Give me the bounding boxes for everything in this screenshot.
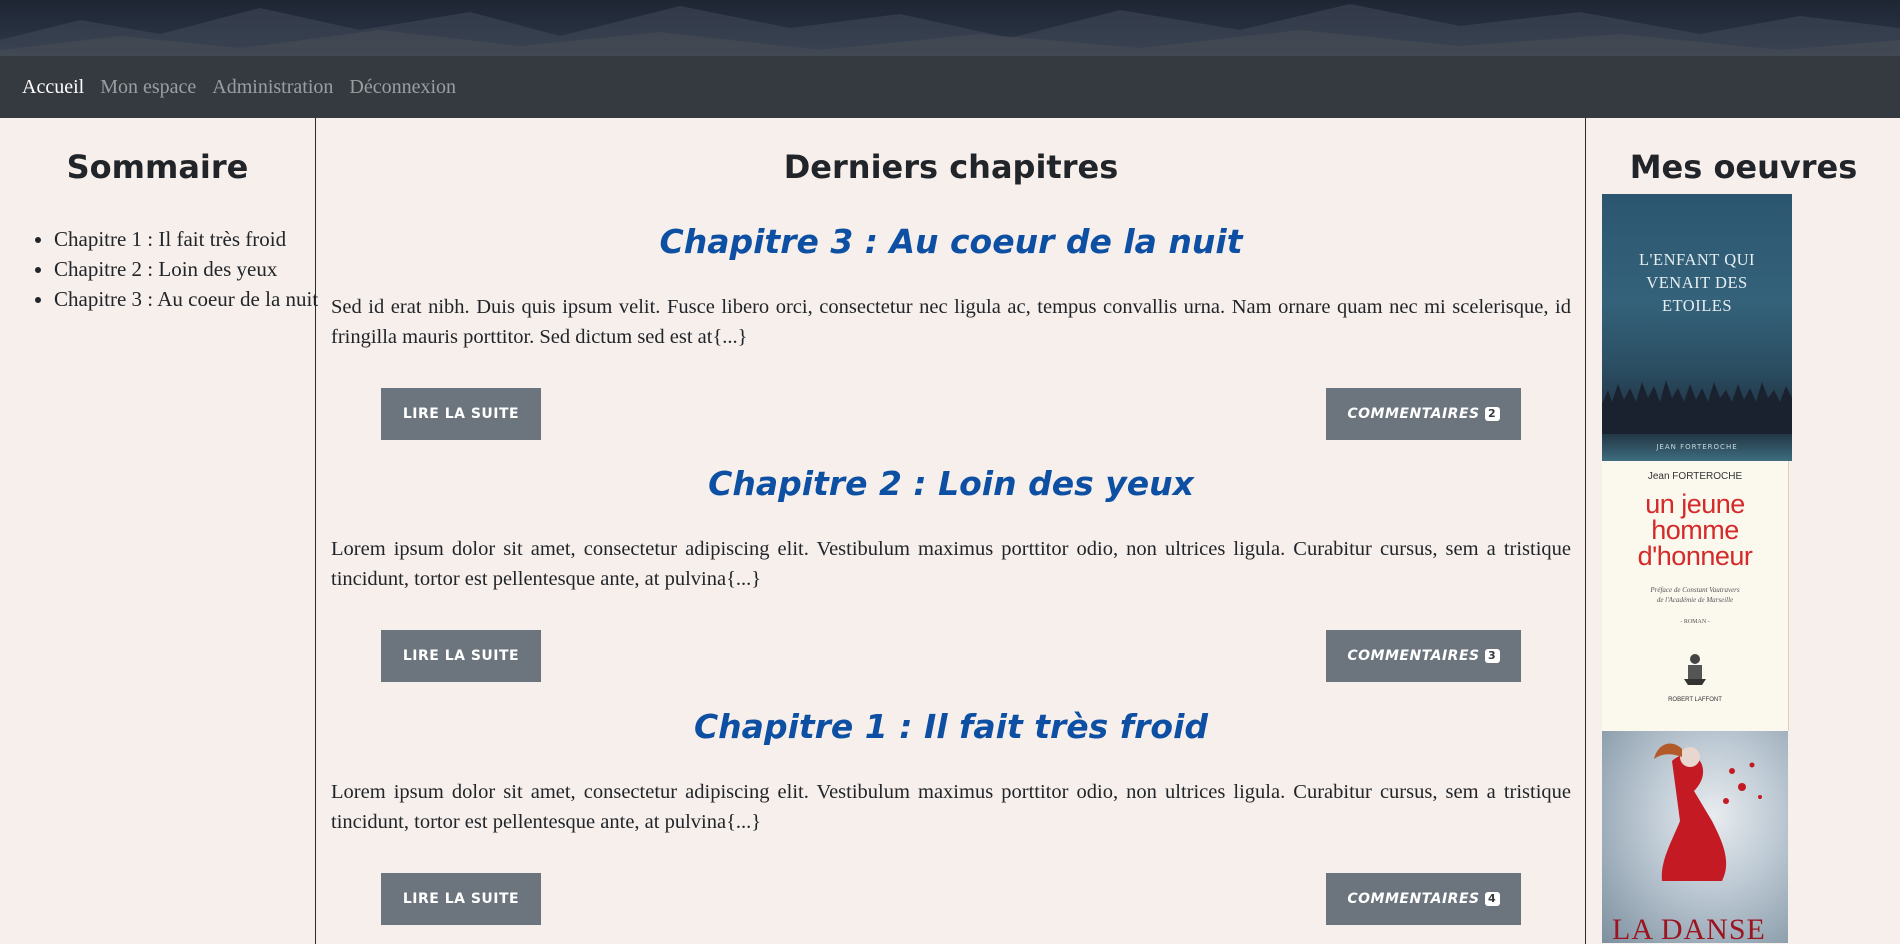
book-cover-author: Jean FORTEROCHE bbox=[1647, 471, 1743, 482]
comments-label: COMMENTAIRES bbox=[1347, 406, 1480, 422]
chapter-excerpt: Lorem ipsum dolor sit amet, consectetur … bbox=[331, 781, 1571, 833]
read-more-button[interactable]: LIRE LA SUITE bbox=[381, 630, 541, 682]
header-banner-image bbox=[0, 0, 1900, 56]
oeuvres-title: Mes oeuvres bbox=[1629, 148, 1858, 186]
main-navbar: Accueil Mon espace Administration Déconn… bbox=[0, 56, 1900, 118]
comments-count-badge: 3 bbox=[1484, 649, 1500, 663]
chapter-excerpt: Lorem ipsum dolor sit amet, consectetur … bbox=[331, 538, 1571, 590]
sommaire-link-chapitre-1[interactable]: Chapitre 1 : Il fait très froid bbox=[54, 227, 286, 251]
sommaire-item: Chapitre 2 : Loin des yeux bbox=[54, 254, 324, 284]
book-covers-list: L'ENFANT QUI VENAIT DES ETOILES JEAN FOR… bbox=[1602, 194, 1792, 943]
sommaire-list: Chapitre 1 : Il fait très froid Chapitre… bbox=[32, 224, 324, 314]
chapter-card: Chapitre 1 : Il fait très froid Lorem ip… bbox=[331, 707, 1571, 925]
chapter-title-link[interactable]: Chapitre 3 : Au coeur de la nuit bbox=[331, 222, 1571, 261]
chapter-title-link[interactable]: Chapitre 1 : Il fait très froid bbox=[331, 707, 1571, 746]
latest-chapters-section: Derniers chapitres Chapitre 3 : Au coeur… bbox=[331, 118, 1571, 944]
chapter-excerpt: Sed id erat nibh. Duis quis ipsum velit.… bbox=[331, 296, 1571, 348]
nav-link-mon-espace[interactable]: Mon espace bbox=[100, 76, 196, 99]
nav-link-deconnexion[interactable]: Déconnexion bbox=[349, 76, 456, 99]
chapter-card: Chapitre 3 : Au coeur de la nuit Sed id … bbox=[331, 222, 1571, 440]
book-cover-la-danse[interactable]: LA DANSE bbox=[1602, 731, 1788, 943]
comments-button[interactable]: COMMENTAIRES 3 bbox=[1326, 630, 1521, 682]
book-cover-title: L'ENFANT QUI VENAIT DES ETOILES bbox=[1638, 250, 1756, 315]
book-cover-enfant-etoiles[interactable]: L'ENFANT QUI VENAIT DES ETOILES JEAN FOR… bbox=[1602, 194, 1792, 461]
sommaire-item: Chapitre 3 : Au coeur de la nuit bbox=[54, 284, 324, 314]
oeuvres-sidebar: Mes oeuvres L'ENFANT QUI VENAIT DES ETOI… bbox=[1585, 118, 1900, 944]
sommaire-title: Sommaire bbox=[66, 148, 249, 186]
sommaire-link-chapitre-2[interactable]: Chapitre 2 : Loin des yeux bbox=[54, 257, 277, 281]
book-cover-genre: - ROMAN - bbox=[1680, 619, 1710, 625]
sommaire-link-chapitre-3[interactable]: Chapitre 3 : Au coeur de la nuit bbox=[54, 287, 318, 311]
comments-count-badge: 4 bbox=[1484, 892, 1500, 906]
forest-silhouette-icon bbox=[1602, 380, 1792, 434]
comments-button[interactable]: COMMENTAIRES 2 bbox=[1326, 388, 1521, 440]
read-more-button[interactable]: LIRE LA SUITE bbox=[381, 873, 541, 925]
latest-chapters-title: Derniers chapitres bbox=[783, 148, 1119, 186]
comments-label: COMMENTAIRES bbox=[1347, 648, 1480, 664]
nav-link-administration[interactable]: Administration bbox=[212, 76, 333, 99]
chapter-card: Chapitre 2 : Loin des yeux Lorem ipsum d… bbox=[331, 464, 1571, 682]
sommaire-item: Chapitre 1 : Il fait très froid bbox=[54, 224, 324, 254]
chapter-title-link[interactable]: Chapitre 2 : Loin des yeux bbox=[331, 464, 1571, 503]
book-cover-jeune-homme[interactable]: Jean FORTEROCHE un jeune homme d'honneur… bbox=[1602, 461, 1789, 731]
book-cover-title: LA DANSE bbox=[1612, 913, 1766, 943]
book-cover-publisher: ROBERT LAFFONT bbox=[1668, 697, 1722, 703]
book-cover-author: JEAN FORTEROCHE bbox=[1656, 443, 1738, 451]
book-cover-preface: Préface de Constant Vautravers de l'Acad… bbox=[1650, 586, 1740, 604]
dancer-illustration-icon bbox=[1654, 743, 1762, 881]
comments-count-badge: 2 bbox=[1484, 407, 1500, 421]
publisher-emblem-icon bbox=[1684, 654, 1706, 685]
comments-label: COMMENTAIRES bbox=[1347, 891, 1480, 907]
book-cover-title: un jeune homme d'honneur bbox=[1637, 489, 1753, 571]
read-more-button[interactable]: LIRE LA SUITE bbox=[381, 388, 541, 440]
sommaire-sidebar: Sommaire Chapitre 1 : Il fait très froid… bbox=[0, 118, 318, 944]
nav-link-accueil[interactable]: Accueil bbox=[22, 76, 84, 99]
comments-button[interactable]: COMMENTAIRES 4 bbox=[1326, 873, 1521, 925]
